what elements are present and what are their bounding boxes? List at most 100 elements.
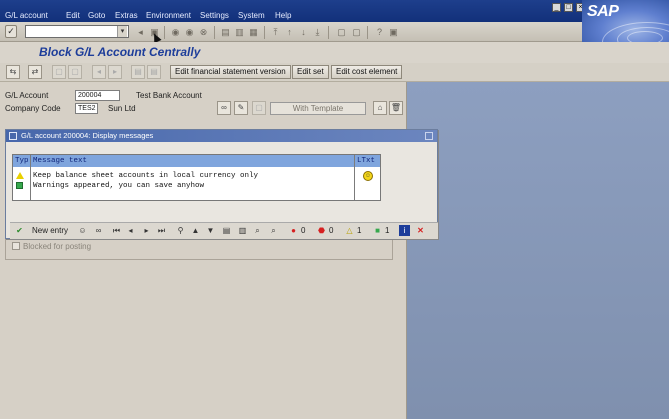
doc2-icon[interactable]: ▤ [147,65,161,79]
warning-filter-icon[interactable]: △ [344,225,355,236]
menu-environment[interactable]: Environment [146,10,191,21]
success-count: 1 [385,226,390,235]
technical-info-icon[interactable]: ∞ [93,225,104,236]
paste-icon[interactable]: ▢ [68,65,82,79]
col-typ[interactable]: Typ [15,155,29,167]
cancel-x-icon[interactable]: ✕ [415,225,426,236]
company-code-input[interactable]: TES2 [75,103,98,114]
other-account-icon[interactable]: ⇄ [28,65,42,79]
long-text-help-icon[interactable]: ☺ [363,171,373,181]
trash-icon[interactable]: 🗑 [389,101,403,115]
checkbox-icon[interactable] [12,242,20,250]
gl-account-description: Test Bank Account [136,91,202,100]
filter-icon[interactable]: ⚲ [175,225,186,236]
window-controls: _ □ × [552,3,585,13]
previous-icon[interactable]: ◂ [92,65,106,79]
pencil-icon[interactable]: ✎ [234,101,248,115]
glasses-icon[interactable]: ∞ [217,101,231,115]
find-icon[interactable]: ▥ [234,27,245,38]
menu-extras[interactable]: Extras [115,10,138,21]
menu-bar: G/L account Edit Goto Extras Environment… [0,0,669,22]
copy-icon[interactable]: ▢ [52,65,66,79]
doc-icon[interactable]: ▤ [131,65,145,79]
menu-settings[interactable]: Settings [200,10,229,21]
sort-desc-icon[interactable]: ▼ [205,225,216,236]
customize-layout-icon[interactable]: ▣ [388,27,399,38]
success-filter-icon[interactable]: ■ [372,225,383,236]
title-bar: Block G/L Account Centrally [0,42,669,63]
menu-help[interactable]: Help [275,10,291,21]
dialog-toolbar: ✔ New entry ☺ ∞ ⏮ ◂ ▸ ⏭ ⚲ ▲ ▼ ▤ ▥ ⌕ ⌕ ● … [10,222,438,239]
dialog-title: G/L account 200004: Display messages [21,131,154,140]
table-header: Typ Message text LTxt [13,155,380,167]
new-session-icon[interactable]: ▢ [336,27,347,38]
warning-icon [16,172,25,180]
company-code-label: Company Code [5,104,61,113]
col-message-text[interactable]: Message text [33,155,87,167]
command-dropdown-icon[interactable]: ▾ [117,26,127,37]
success-icon [16,182,25,190]
next-page-icon[interactable]: ↓ [298,27,309,38]
first-page-icon[interactable]: ⤒ [270,27,281,38]
sort-asc-icon[interactable]: ▲ [190,225,201,236]
back-arrow-icon[interactable]: ◂ [135,27,146,38]
table-row[interactable]: Warnings appeared, you can save anyhow [33,182,204,190]
menu-gl-account[interactable]: G/L account [5,10,48,21]
cancel-icon[interactable]: ⊗ [198,27,209,38]
gl-account-label: G/L Account [5,91,49,100]
enter-check-icon[interactable]: ✓ [5,25,17,38]
last-page-icon[interactable]: ⤓ [312,27,323,38]
dialog-title-bar: G/L account 200004: Display messages [6,130,437,142]
command-field[interactable] [25,25,129,38]
find-next-icon[interactable]: ⌕ [268,225,279,236]
find-icon[interactable]: ⌕ [252,225,263,236]
maximize-icon[interactable]: □ [564,3,573,12]
prev-page-icon[interactable]: ↑ [284,27,295,38]
menu-goto[interactable]: Goto [88,10,105,21]
first-icon[interactable]: ⏮ [111,225,122,236]
edit-set-button[interactable]: Edit set [292,65,329,79]
shortcut-icon[interactable]: ▢ [351,27,362,38]
next-icon[interactable]: ▸ [141,225,152,236]
stop-icon[interactable]: ⬣ [316,225,327,236]
minimize-icon[interactable]: _ [552,3,561,12]
exit-icon[interactable]: ◉ [184,27,195,38]
edit-cost-element-button[interactable]: Edit cost element [331,65,403,79]
gl-account-input[interactable]: 200004 [75,90,120,101]
menu-edit[interactable]: Edit [66,10,80,21]
display-change-icon[interactable]: ⇆ [6,65,20,79]
help-icon[interactable]: ? [374,27,385,38]
back-icon[interactable]: ◉ [170,27,181,38]
table-row[interactable]: Keep balance sheet accounts in local cur… [33,172,258,180]
standard-toolbar: ✓ ▾ ◂ ▣ ◉ ◉ ⊗ ▤ ▥ ▦ ⤒ ↑ ↓ ⤓ ▢ ▢ ? ▣ [0,22,582,42]
edit-fs-version-button[interactable]: Edit financial statement version [170,65,291,79]
message-table: Typ Message text LTxt Keep balance sheet… [12,154,381,201]
menu-system[interactable]: System [238,10,265,21]
company-name: Sun Ltd [108,104,136,113]
print-icon[interactable]: ▤ [221,225,232,236]
find-next-icon[interactable]: ▦ [248,27,259,38]
create-icon[interactable]: ▢ [252,101,266,115]
print-icon[interactable]: ▤ [220,27,231,38]
print-preview-icon[interactable]: ▥ [237,225,248,236]
next-icon[interactable]: ▸ [108,65,122,79]
prev-icon[interactable]: ◂ [125,225,136,236]
dialog-window-icon [9,132,17,140]
continue-check-icon[interactable]: ✔ [14,225,25,236]
info-icon[interactable]: i [399,225,410,236]
desktop-background [407,82,669,419]
new-entry-button[interactable]: New entry [32,225,68,238]
application-toolbar: ⇆ ⇄ ▢ ▢ ◂ ▸ ▤ ▤ Edit financial statement… [0,63,669,82]
block-icon[interactable]: ⌂ [373,101,387,115]
col-ltxt[interactable]: LTxt [357,155,375,167]
stop-count: 0 [329,226,334,235]
help-icon[interactable]: ☺ [77,225,88,236]
last-icon[interactable]: ⏭ [156,225,167,236]
dialog-close-icon[interactable] [425,132,433,140]
warning-count: 1 [357,226,362,235]
blocked-for-posting-checkbox[interactable]: Blocked for posting [12,242,91,251]
error-icon[interactable]: ● [288,225,299,236]
with-template-button[interactable]: With Template [270,102,366,115]
page-title: Block G/L Account Centrally [39,45,201,59]
error-count: 0 [301,226,306,235]
